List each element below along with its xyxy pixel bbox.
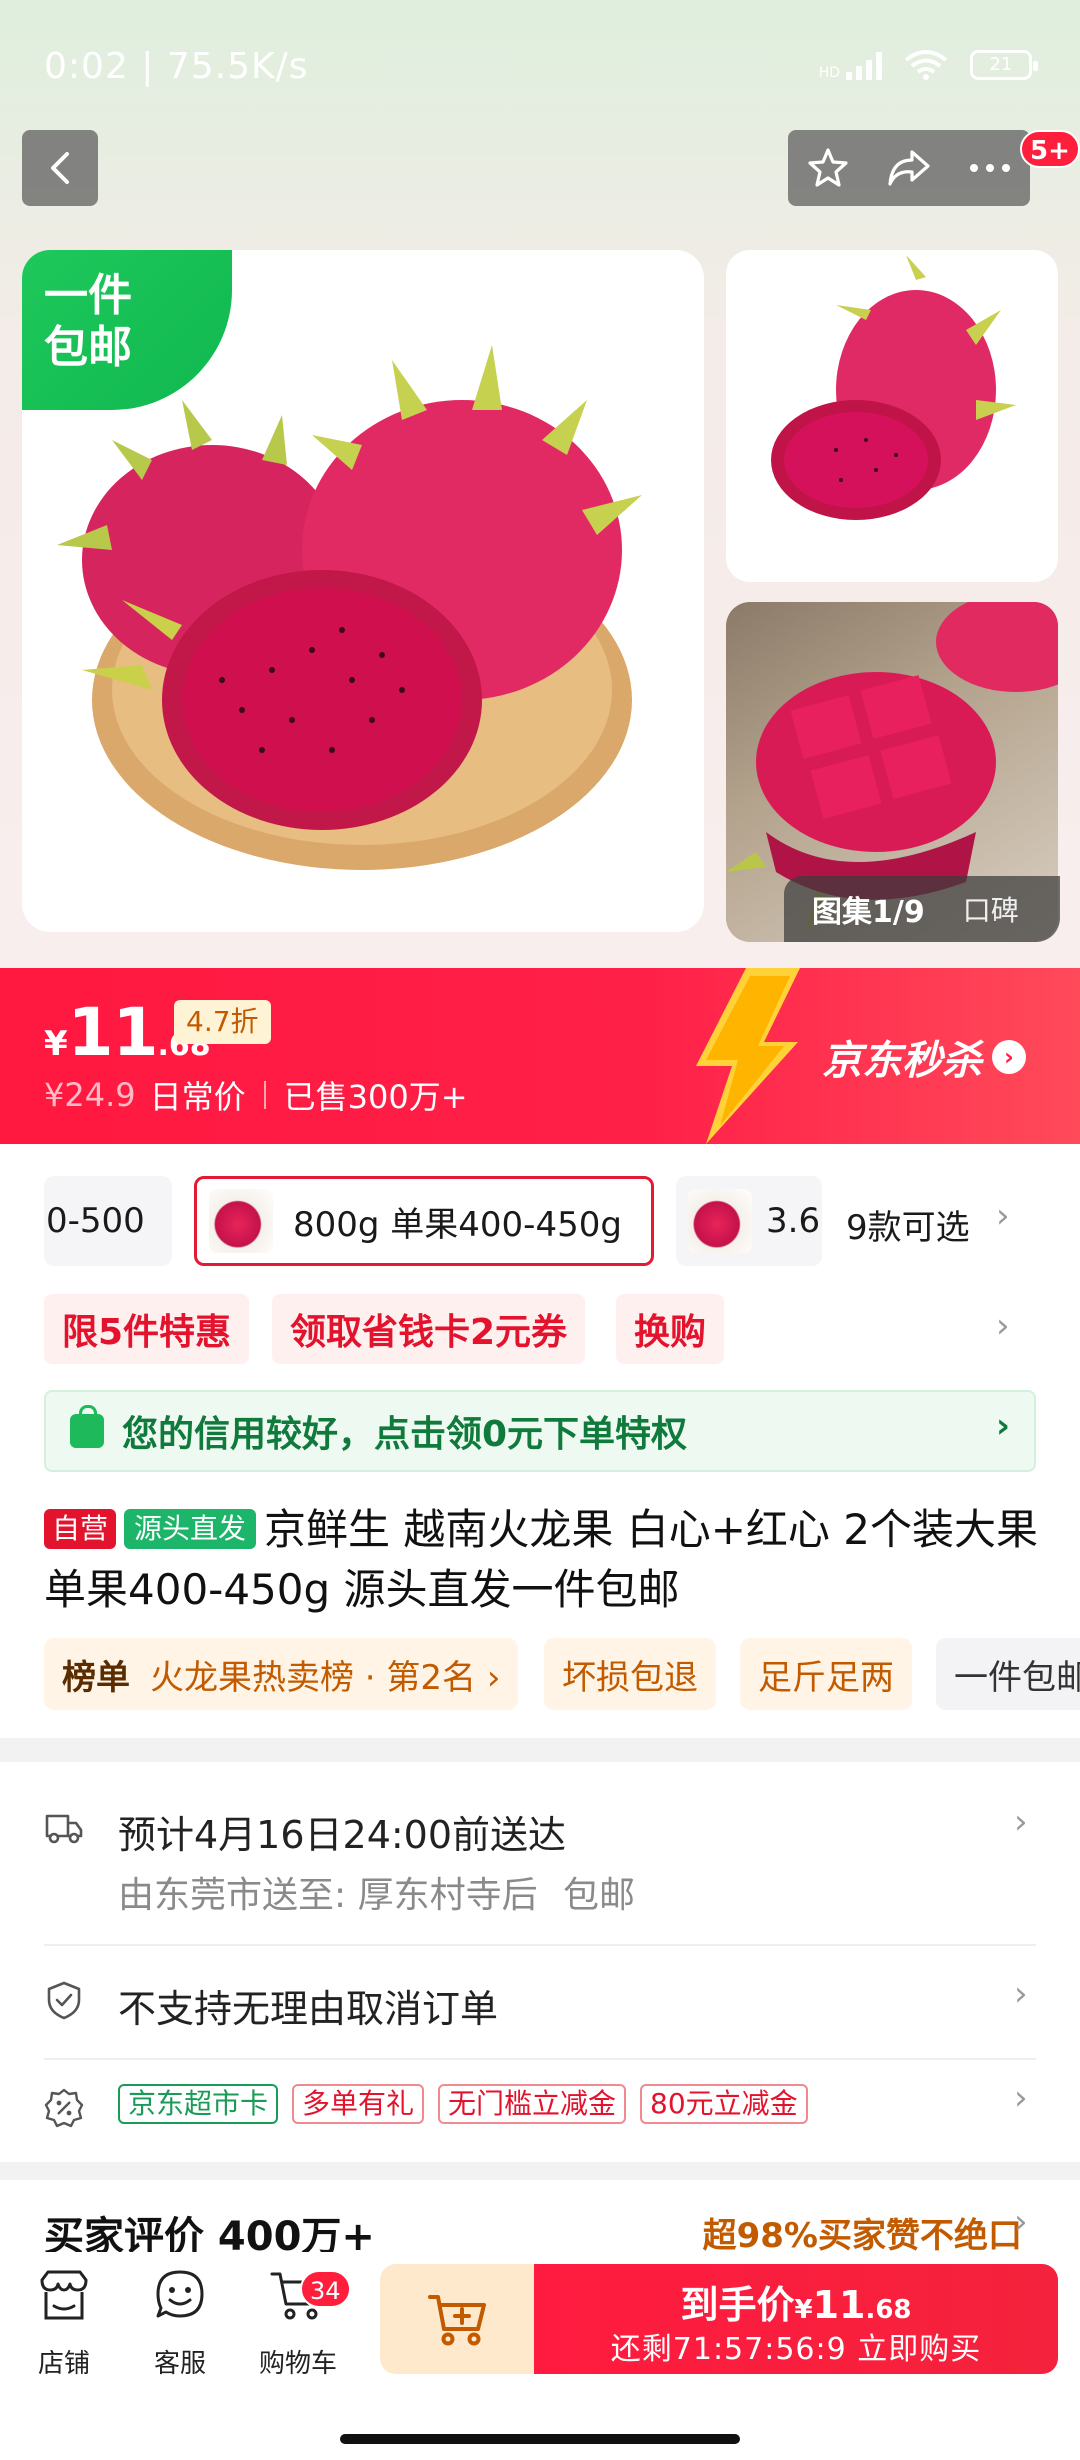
status-time: 0:02 [44,46,129,87]
chevron-right-icon: › [992,1040,1026,1074]
spec-option-3[interactable]: 3.6 [676,1176,822,1266]
chevron-right-icon: › [996,1406,1011,1446]
chevron-right-icon[interactable]: › [996,1306,1010,1346]
sold-count: 已售300万+ [283,1078,468,1116]
seckill-link[interactable]: 京东秒杀 › [822,1028,1026,1086]
main-product-image[interactable]: 一件 包邮 [22,250,704,932]
customer-service-button[interactable]: 客服 [130,2268,230,2380]
chevron-right-icon: › [1014,2078,1028,2118]
status-icons: HD 21 [819,50,1038,80]
service-card: 预计4月16日24:00前送达 由东莞市送至: 厚东村寺后 包邮 › 不支持无理… [0,1762,1080,2162]
lightning-icon [696,968,800,1144]
delivery-eta: 预计4月16日24:00前送达 [118,1813,567,1857]
promotion-row: 限5件特惠 领取省钱卡2元券 换购 › [0,1294,1080,1364]
cart-count-badge: 34 [300,2270,351,2308]
more-dots-icon [969,164,1010,172]
battery-icon: 21 [970,50,1038,80]
back-button[interactable] [22,130,98,206]
product-title: 自营 源头直发 京鲜生 越南火龙果 白心+红心 2个装大果单果400-450g 源头… [44,1505,1038,1614]
coupon-tag: 多单有礼 [292,2084,425,2124]
add-to-cart-button[interactable] [380,2264,536,2374]
original-price-row: ¥24.9 日常价 已售300万+ [44,1072,468,1118]
store-icon [40,2270,88,2320]
dragon-fruit-image [771,255,1016,520]
promo-limit-tag[interactable]: 限5件特惠 [44,1294,250,1364]
discount-badge: 4.7折 [174,1000,271,1044]
coupon-tag: 京东超市卡 [118,2084,279,2124]
chevron-left-icon [51,152,69,184]
chevron-right-icon: › [1014,1974,1028,2014]
product-thumbnail-1[interactable] [726,250,1058,582]
free-shipping-tag[interactable]: 一件包邮 [936,1638,1080,1710]
spec-option-selected[interactable]: 800g 单果400-450g [194,1176,654,1266]
buy-now-button[interactable]: 到手价¥11.68 还剩71:57:56:9 立即购买 [534,2264,1058,2374]
delivery-route: 由东莞市送至: 厚东村寺后 包邮 [118,1875,636,1916]
product-hero: 0:02 | 75.5K/s HD 21 5+ 一件 包邮 图集1/9 口碑 [0,0,1080,970]
product-info-card: 0-500 800g 单果400-450g 3.6 9款可选 › 限5件特惠 领… [0,1144,1080,1738]
spec-thumbnail [209,1189,273,1253]
chevron-right-icon[interactable]: › [996,1196,1010,1236]
countdown-text: 还剩71:57:56:9 立即购买 [610,2332,982,2367]
damage-refund-tag[interactable]: 坏损包退 [544,1638,716,1710]
favorite-button[interactable] [793,133,863,203]
price-banner: ¥ 11 .68 4.7折 ¥24.9 日常价 已售300万+ 京东秒杀 › [0,968,1080,1144]
cart-plus-icon [428,2295,486,2346]
discount-badge-icon [44,2088,84,2128]
spec-selector: 0-500 800g 单果400-450g 3.6 9款可选 › [0,1176,1080,1276]
bottom-action-bar: 店铺 客服 购物车 34 到手价¥11.68 还剩71:57:56:9 立即购买 [0,2252,1080,2460]
promo-exchange-tag[interactable]: 换购 [616,1294,725,1364]
more-button[interactable] [955,133,1025,203]
cancel-policy-row[interactable]: 不支持无理由取消订单 › [44,1974,1036,2038]
network-speed: 75.5K/s [166,46,309,87]
delivery-row[interactable]: 预计4月16日24:00前送达 由东莞市送至: 厚东村寺后 包邮 › [44,1802,1036,1918]
source-direct-badge: 源头直发 [124,1509,257,1549]
spec-option-1[interactable]: 0-500 [44,1176,172,1266]
chevron-right-icon: › [1014,1802,1028,1842]
gallery-counter[interactable]: 图集1/9 口碑 [784,876,1060,942]
message-badge: 5+ [1020,130,1080,168]
promo-coupon-tag[interactable]: 领取省钱卡2元券 [272,1294,586,1364]
shopping-bag-icon [70,1405,104,1448]
self-operated-badge: 自营 [44,1509,117,1549]
chevron-right-icon: › [1014,2202,1028,2242]
spec-thumbnail [688,1189,752,1253]
credit-banner[interactable]: 您的信用较好，点击领0元下单特权 › [44,1390,1036,1472]
header-actions [788,130,1030,206]
shield-check-icon [47,1981,81,2020]
coupon-list: 京东超市卡 多单有礼 无门槛立减金 80元立减金 [118,2084,822,2124]
status-bar: 0:02 | 75.5K/s [44,46,309,87]
chat-smile-icon [156,2270,204,2318]
share-button[interactable] [874,133,944,203]
rank-tag-row: 榜单 火龙果热卖榜 · 第2名 › 坏损包退 足斤足两 一件包邮 [0,1638,1080,1710]
full-weight-tag[interactable]: 足斤足两 [740,1638,912,1710]
truck-icon [45,1814,83,1844]
shop-button[interactable]: 店铺 [14,2268,114,2380]
wifi-icon [904,50,948,80]
coupon-row[interactable]: 京东超市卡 多单有礼 无门槛立减金 80元立减金 › [44,2078,1036,2140]
spec-count[interactable]: 9款可选 [846,1200,970,1249]
original-price: ¥24.9 [44,1076,136,1114]
coupon-tag: 无门槛立减金 [438,2084,627,2124]
coupon-tag: 80元立减金 [640,2084,808,2124]
reviews-praise: 超98%买家赞不绝口 [702,2216,1022,2256]
share-icon [888,150,930,186]
rank-list-tag[interactable]: 榜单 火龙果热卖榜 · 第2名 › [44,1638,519,1710]
signal-icon: HD [819,50,882,80]
review-tab[interactable]: 口碑 [963,889,1019,929]
star-icon [808,148,848,187]
home-indicator [340,2434,740,2444]
